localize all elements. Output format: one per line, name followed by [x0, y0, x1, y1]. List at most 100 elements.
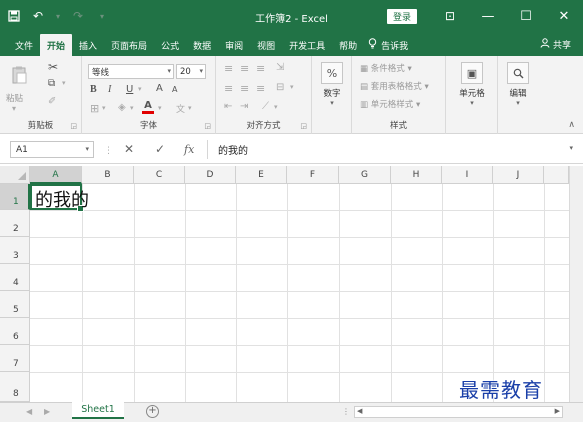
bold-button[interactable]: B — [90, 84, 97, 95]
previous-sheet-icon[interactable]: ◀ — [26, 407, 32, 416]
underline-dropdown-icon[interactable]: ▾ — [138, 85, 142, 93]
column-header-c[interactable]: C — [134, 166, 185, 184]
increase-font-button[interactable]: A — [156, 83, 163, 94]
insert-function-button[interactable]: fx — [184, 143, 194, 156]
font-name-select[interactable]: 等线 ▾ — [88, 64, 174, 79]
scroll-left-icon[interactable]: ◀ — [357, 407, 362, 415]
font-color-button[interactable]: A — [142, 101, 154, 114]
column-header-j[interactable]: J — [493, 166, 544, 184]
tell-me-box[interactable]: 告诉我 — [368, 34, 408, 56]
tab-help[interactable]: 帮助 — [332, 34, 364, 56]
name-box[interactable]: A1 ▾ — [10, 141, 94, 158]
format-painter-icon[interactable]: ✐ — [48, 96, 56, 107]
fill-color-icon[interactable]: ◈ — [118, 102, 126, 113]
font-launcher-icon[interactable]: ◲ — [204, 122, 211, 130]
decrease-indent-icon[interactable]: ⇤ — [224, 101, 232, 112]
tab-file[interactable]: 文件 — [8, 34, 40, 56]
clipboard-launcher-icon[interactable]: ◲ — [70, 122, 77, 130]
borders-icon[interactable]: ⊞ — [90, 102, 99, 115]
cells-button[interactable]: ▣ 单元格 ▾ — [455, 62, 489, 107]
increase-indent-icon[interactable]: ⇥ — [240, 101, 248, 112]
column-header-d[interactable]: D — [185, 166, 236, 184]
horizontal-scrollbar[interactable]: ◀ ▶ — [354, 406, 563, 418]
column-header-b[interactable]: B — [82, 166, 134, 184]
conditional-formatting-button[interactable]: ▦ 条件格式 ▾ — [360, 62, 412, 74]
column-header-a[interactable]: A — [30, 166, 82, 184]
row-header-6[interactable]: 6 — [0, 318, 30, 345]
expand-formula-icon[interactable]: ▾ — [569, 144, 573, 152]
paste-button[interactable] — [8, 62, 30, 88]
wrap-text-icon[interactable]: ⇲ — [276, 62, 284, 73]
worksheet-grid[interactable]: A B C D E F G H I J 1 2 3 4 5 6 7 8 的我的 — [0, 166, 583, 402]
phonetic-guide-button[interactable]: 文 — [176, 102, 185, 115]
column-header-e[interactable]: E — [236, 166, 287, 184]
borders-dropdown-icon[interactable]: ▾ — [102, 104, 106, 112]
align-top-icon[interactable]: ≡ — [224, 62, 233, 75]
close-button[interactable]: ✕ — [545, 0, 583, 32]
orientation-dropdown-icon[interactable]: ▾ — [274, 103, 278, 111]
select-all-button[interactable] — [0, 166, 30, 184]
tab-split-handle-icon[interactable]: ⋮ — [342, 407, 350, 416]
share-button[interactable]: 共享 — [540, 38, 571, 51]
font-size-select[interactable]: 20 ▾ — [176, 64, 206, 79]
save-icon[interactable] — [6, 8, 22, 24]
editing-button[interactable]: 编辑 ▾ — [501, 62, 535, 107]
align-center-icon[interactable]: ≡ — [240, 82, 249, 95]
align-bottom-icon[interactable]: ≡ — [256, 62, 265, 75]
paste-dropdown-icon[interactable]: ▾ — [12, 104, 16, 113]
minimize-button[interactable]: — — [469, 0, 507, 32]
undo-icon[interactable]: ↶ — [30, 8, 46, 24]
cut-icon[interactable]: ✂ — [48, 60, 58, 74]
align-right-icon[interactable]: ≡ — [256, 82, 265, 95]
formula-input[interactable]: 的我的 — [207, 140, 573, 159]
row-header-7[interactable]: 7 — [0, 345, 30, 372]
alignment-launcher-icon[interactable]: ◲ — [300, 122, 307, 130]
cell-styles-button[interactable]: ▥ 单元格样式 ▾ — [360, 98, 420, 110]
collapse-ribbon-icon[interactable]: ∧ — [568, 120, 575, 130]
merge-center-icon[interactable]: ⊟ — [276, 82, 284, 93]
tab-home[interactable]: 开始 — [40, 34, 73, 56]
row-header-2[interactable]: 2 — [0, 210, 30, 237]
sheet-tab-sheet1[interactable]: Sheet1 — [72, 402, 124, 419]
row-header-8[interactable]: 8 — [0, 372, 30, 402]
tab-insert[interactable]: 插入 — [72, 34, 104, 56]
tab-developer[interactable]: 开发工具 — [282, 34, 332, 56]
row-header-3[interactable]: 3 — [0, 237, 30, 264]
row-header-5[interactable]: 5 — [0, 291, 30, 318]
add-sheet-icon[interactable]: + — [146, 405, 159, 418]
underline-button[interactable]: U — [126, 84, 133, 95]
number-format-button[interactable]: % 数字 ▾ — [315, 62, 349, 107]
align-left-icon[interactable]: ≡ — [224, 82, 233, 95]
format-as-table-button[interactable]: ▤ 套用表格格式 ▾ — [360, 80, 429, 92]
scroll-right-icon[interactable]: ▶ — [555, 407, 560, 415]
column-header-h[interactable]: H — [391, 166, 442, 184]
phonetic-dropdown-icon[interactable]: ▾ — [188, 104, 192, 112]
tab-formulas[interactable]: 公式 — [154, 34, 186, 56]
orientation-icon[interactable]: ⟋ — [262, 101, 269, 112]
tab-page-layout[interactable]: 页面布局 — [104, 34, 154, 56]
tab-view[interactable]: 视图 — [250, 34, 282, 56]
next-sheet-icon[interactable]: ▶ — [44, 407, 50, 416]
customize-icon[interactable]: ▾ — [94, 8, 110, 24]
column-header-i[interactable]: I — [442, 166, 493, 184]
column-header-f[interactable]: F — [287, 166, 339, 184]
merge-dropdown-icon[interactable]: ▾ — [290, 83, 294, 91]
row-header-4[interactable]: 4 — [0, 264, 30, 291]
decrease-font-button[interactable]: A — [172, 85, 177, 94]
tab-review[interactable]: 审阅 — [218, 34, 250, 56]
undo-dropdown-icon[interactable]: ▾ — [54, 8, 62, 24]
fill-color-dropdown-icon[interactable]: ▾ — [130, 104, 134, 112]
confirm-entry-icon[interactable]: ✓ — [155, 142, 165, 156]
ribbon-display-options-icon[interactable]: ⊡ — [431, 0, 469, 32]
login-button[interactable]: 登录 — [387, 9, 417, 24]
copy-icon[interactable]: ⧉ — [48, 78, 55, 89]
restore-button[interactable]: ☐ — [507, 0, 545, 32]
tab-data[interactable]: 数据 — [186, 34, 218, 56]
italic-button[interactable]: I — [108, 84, 111, 95]
row-header-1[interactable]: 1 — [0, 184, 30, 210]
redo-icon[interactable]: ↷ — [70, 8, 86, 24]
font-color-dropdown-icon[interactable]: ▾ — [158, 104, 162, 112]
column-header-g[interactable]: G — [339, 166, 391, 184]
copy-dropdown-icon[interactable]: ▾ — [62, 79, 66, 87]
align-middle-icon[interactable]: ≡ — [240, 62, 249, 75]
